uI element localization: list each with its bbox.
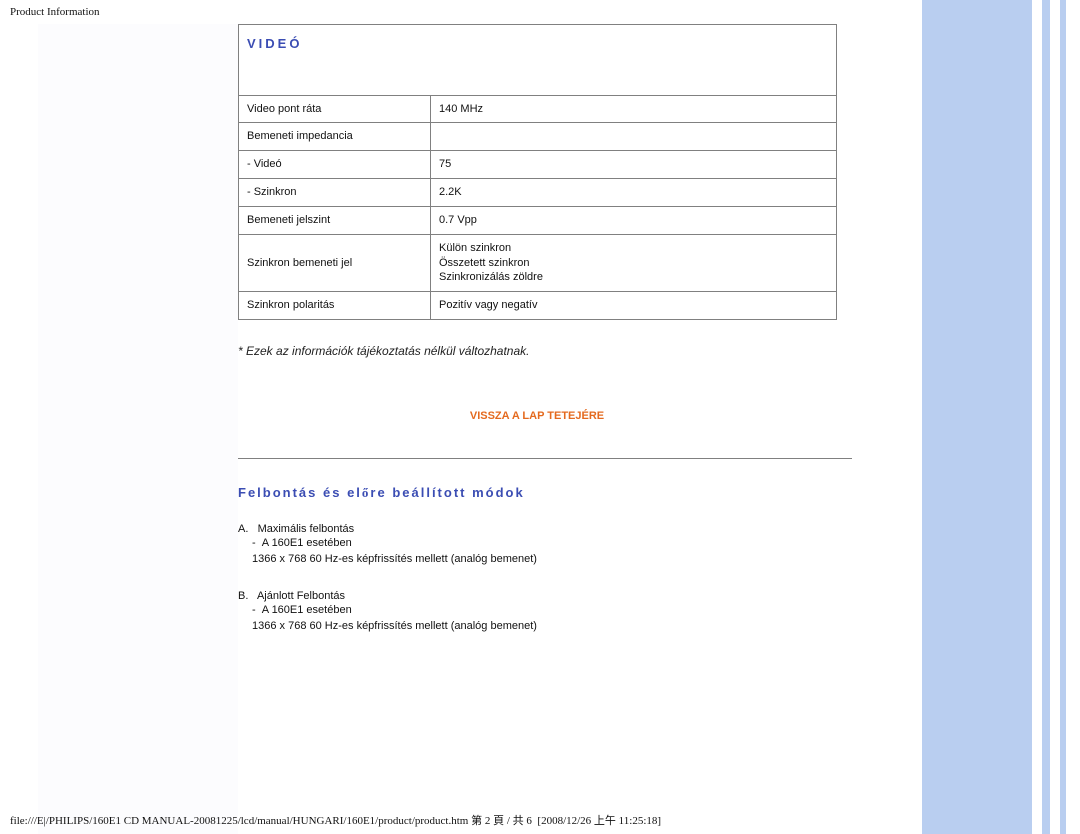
spec-label: - Videó (239, 151, 431, 179)
disclaimer-text: * Ezek az információk tájékoztatás nélkü… (238, 344, 858, 358)
heading-text: re beállított módok (370, 485, 524, 500)
heading-text: Felbontás és el (238, 485, 362, 500)
video-spec-table: VIDEÓ Video pont ráta 140 MHz Bemeneti i… (238, 24, 837, 320)
table-row: - Szinkron 2.2K (239, 179, 837, 207)
spec-label: Bemeneti jelszint (239, 206, 431, 234)
footer-path: file:///E|/PHILIPS/160E1 CD MANUAL-20081… (10, 812, 661, 828)
page-title: Product Information (10, 6, 100, 18)
list-title: Maximális felbontás (258, 523, 355, 535)
resolution-block-a: A. Maximális felbontás - A 160E1 esetébe… (238, 523, 858, 568)
spec-label: Bemeneti impedancia (239, 123, 431, 151)
spec-value: 140 MHz (431, 95, 837, 123)
spec-value: 0.7 Vpp (431, 206, 837, 234)
spec-value: 75 (431, 151, 837, 179)
back-to-top-link[interactable]: VISSZA A LAP TETEJÉRE (238, 410, 836, 422)
decor-stripe (1042, 0, 1050, 834)
resolution-heading: Felbontás és előre beállított módok (238, 485, 858, 501)
table-row: Bemeneti impedancia (239, 123, 837, 151)
list-letter: B. (238, 590, 248, 602)
resolution-block-b: B. Ajánlott Felbontás - A 160E1 esetében… (238, 590, 858, 635)
list-detail: 1366 x 768 60 Hz-es képfrissítés mellett… (252, 551, 858, 568)
spec-label: Video pont ráta (239, 95, 431, 123)
left-sidebar (38, 24, 238, 834)
spec-label: Szinkron polaritás (239, 292, 431, 320)
list-subtitle: A 160E1 esetében (262, 537, 352, 549)
list-title: Ajánlott Felbontás (257, 590, 345, 602)
table-row: Szinkron polaritás Pozitív vagy negatív (239, 292, 837, 320)
table-row: Szinkron bemeneti jel Külön szinkron Öss… (239, 234, 837, 292)
spec-label: - Szinkron (239, 179, 431, 207)
decor-stripe (1060, 0, 1066, 834)
decor-stripe (922, 0, 1032, 834)
list-letter: A. (238, 523, 248, 535)
decor-stripe (1050, 0, 1060, 834)
table-row: Bemeneti jelszint 0.7 Vpp (239, 206, 837, 234)
spec-value (431, 123, 837, 151)
spec-value: Külön szinkron Összetett szinkron Szinkr… (431, 234, 837, 292)
spec-value: 2.2K (431, 179, 837, 207)
list-subtitle: A 160E1 esetében (262, 604, 352, 616)
table-row: - Videó 75 (239, 151, 837, 179)
video-heading: VIDEÓ (239, 25, 837, 96)
spec-value: Pozitív vagy negatív (431, 292, 837, 320)
table-row: Video pont ráta 140 MHz (239, 95, 837, 123)
list-detail: 1366 x 768 60 Hz-es képfrissítés mellett… (252, 618, 858, 635)
main-content: VIDEÓ Video pont ráta 140 MHz Bemeneti i… (238, 24, 858, 636)
spec-label: Szinkron bemeneti jel (239, 234, 431, 292)
section-divider (238, 458, 852, 459)
decor-stripe (1032, 0, 1042, 834)
